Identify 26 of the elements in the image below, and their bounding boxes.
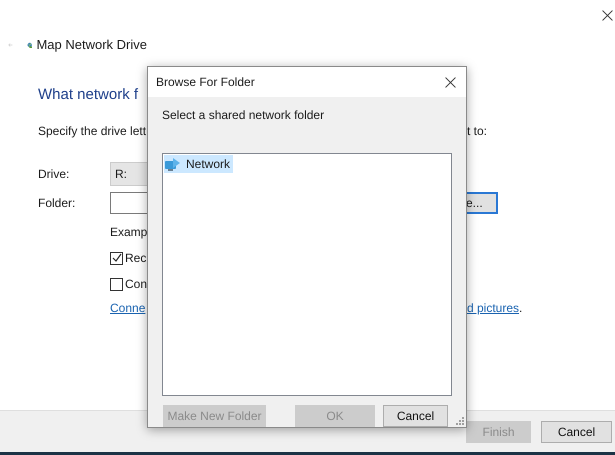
link[interactable]: Conne xyxy=(110,299,146,317)
cancel-button[interactable]: Cancel xyxy=(541,420,612,442)
checkbox[interactable] xyxy=(110,278,123,290)
cancel-button[interactable]: Cancel xyxy=(383,404,448,427)
link-period: . xyxy=(519,300,522,317)
wizard-heading: What network f xyxy=(38,84,138,105)
checkbox[interactable] xyxy=(110,252,123,264)
check-icon xyxy=(112,253,122,263)
network-icon xyxy=(164,156,182,172)
folder-field[interactable] xyxy=(110,192,147,214)
example-text: Examp xyxy=(110,224,148,241)
folder-label: Folder: xyxy=(38,195,76,212)
window-title: Map Network Drive xyxy=(36,36,147,54)
checkbox-label: Rec xyxy=(125,250,146,267)
checkbox-label: Con xyxy=(125,276,148,293)
drive-dropdown[interactable]: R: xyxy=(110,162,147,186)
link[interactable]: d pictures xyxy=(467,299,520,317)
resize-grip-icon[interactable] xyxy=(456,417,464,425)
tree-item[interactable]: Network xyxy=(164,155,234,174)
close-icon[interactable] xyxy=(445,76,456,88)
drive-label: Drive: xyxy=(38,166,70,183)
close-icon[interactable] xyxy=(602,10,613,20)
instruction-text: Specify the drive lett xyxy=(38,123,146,140)
dialog-prompt: Select a shared network folder xyxy=(162,106,324,124)
dialog-title: Browse For Folder xyxy=(156,74,255,91)
instruction-text: t to: xyxy=(467,123,488,140)
